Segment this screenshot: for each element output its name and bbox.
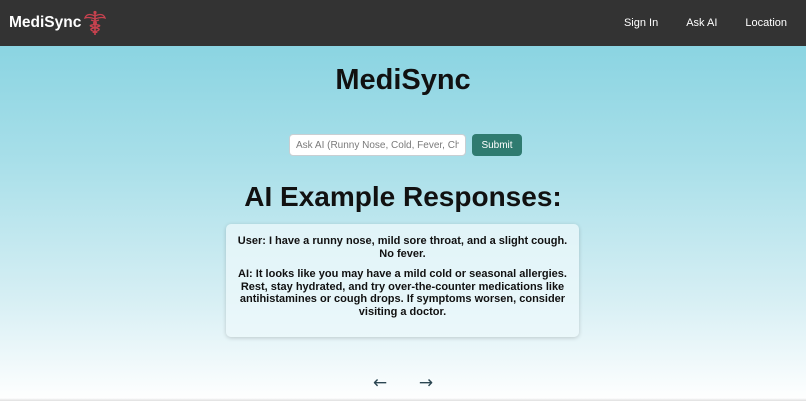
carousel-nav: ← →	[0, 373, 806, 393]
submit-button[interactable]: Submit	[472, 134, 522, 156]
examples-heading: AI Example Responses:	[244, 181, 562, 212]
ask-ai-form: Submit	[289, 134, 522, 156]
next-arrow-icon[interactable]: →	[414, 373, 438, 393]
brand-link[interactable]: MediSync	[9, 10, 107, 36]
nav-location-link[interactable]: Location	[745, 17, 787, 29]
user-message: User: I have a runny nose, mild sore thr…	[237, 235, 568, 260]
ai-message: AI: It looks like you may have a mild co…	[238, 268, 567, 318]
nav-sign-in-link[interactable]: Sign In	[624, 17, 658, 29]
page-title: MediSync	[335, 64, 471, 96]
nav-ask-ai-link[interactable]: Ask AI	[686, 17, 717, 29]
top-navbar: MediSync Sign In Ask AI Location	[0, 0, 806, 46]
nav-links: Sign In Ask AI Location	[624, 0, 806, 46]
example-response-card: User: I have a runny nose, mild sore thr…	[226, 224, 579, 337]
prev-arrow-icon[interactable]: ←	[368, 373, 392, 393]
caduceus-icon	[84, 10, 107, 35]
brand-name: MediSync	[9, 14, 82, 31]
ask-ai-input[interactable]	[289, 134, 466, 156]
